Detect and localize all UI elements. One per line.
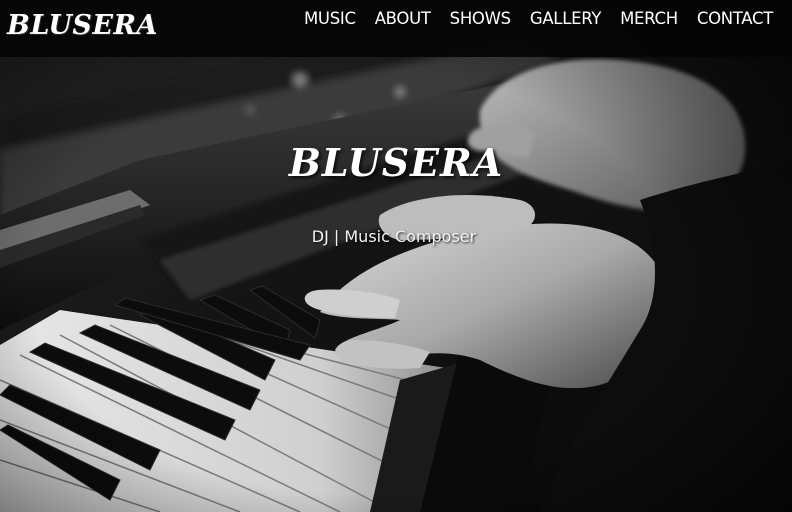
hero-title: BLUSERA <box>288 140 504 185</box>
hero-piano-photo <box>0 0 792 512</box>
nav-item-about[interactable]: ABOUT <box>375 9 431 28</box>
nav-item-music[interactable]: MUSIC <box>304 9 356 28</box>
brand-logo[interactable]: BLUSERA <box>7 10 158 41</box>
nav-item-contact[interactable]: CONTACT <box>697 9 773 28</box>
main-nav: MUSIC ABOUT SHOWS GALLERY MERCH CONTACT <box>304 9 773 28</box>
nav-item-gallery[interactable]: GALLERY <box>530 9 602 28</box>
nav-item-merch[interactable]: MERCH <box>620 9 678 28</box>
nav-item-shows[interactable]: SHOWS <box>450 9 511 28</box>
navbar: BLUSERA MUSIC ABOUT SHOWS GALLERY MERCH … <box>0 0 792 57</box>
hero-subtitle: DJ | Music Composer <box>311 227 477 246</box>
